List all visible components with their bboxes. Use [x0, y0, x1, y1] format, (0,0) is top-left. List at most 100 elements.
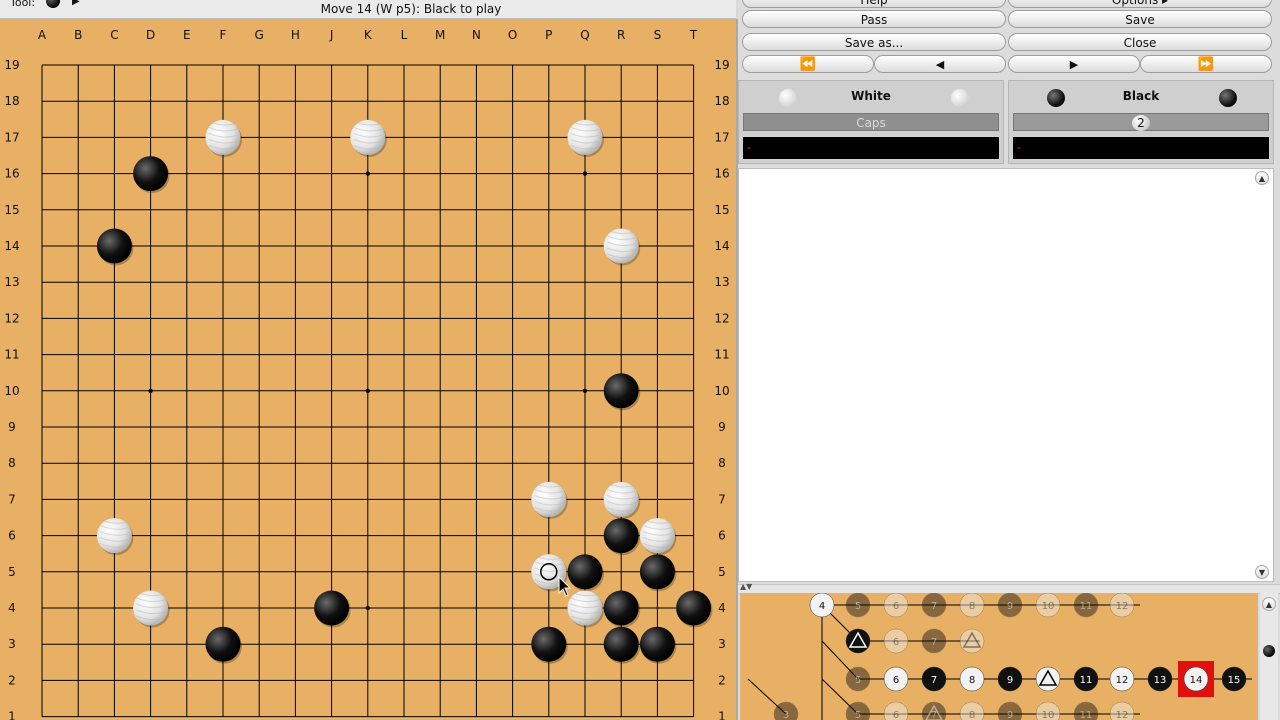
row-label: 2 — [8, 673, 16, 687]
row-label: 4 — [718, 601, 726, 615]
column-label: K — [364, 28, 373, 42]
black-stone — [639, 626, 675, 662]
tree-scroll-up-icon[interactable]: ▲ — [1262, 597, 1276, 611]
game-tree-svg[interactable]: 4 5 6 7 8 9 10 11 12 6 7 5 6 7 8 9 11 12 13 14 15 3 5 6 7 8 9 10 11 1… — [740, 593, 1258, 720]
row-label: 16 — [714, 167, 729, 181]
black-stone — [314, 590, 350, 626]
tree-node-label: 7 — [931, 710, 937, 720]
tree-scroll-thumb[interactable] — [1263, 645, 1275, 657]
tree-node-label: 5 — [855, 601, 861, 612]
tree-node-label: 9 — [1007, 601, 1013, 612]
column-label: M — [435, 28, 445, 42]
row-label: 19 — [4, 58, 19, 72]
row-label: 9 — [8, 420, 16, 434]
tree-node-label: 7 — [931, 601, 937, 612]
tree-node-label: 6 — [893, 637, 899, 648]
row-label: 18 — [714, 94, 729, 108]
white-captures: Caps — [743, 113, 999, 131]
column-label: H — [291, 28, 300, 42]
star-point — [365, 605, 370, 611]
status-message: Move 14 (W p5): Black to play — [320, 2, 502, 16]
row-label: 6 — [8, 529, 16, 543]
row-label: 18 — [4, 94, 19, 108]
row-label: 6 — [718, 529, 726, 543]
next-move-button[interactable]: ▶ — [1008, 55, 1140, 73]
tree-node-label: 8 — [969, 710, 975, 720]
row-label: 11 — [4, 348, 19, 362]
first-move-button[interactable]: ⏪ — [742, 55, 874, 73]
captured-stone-count: 2 — [1132, 115, 1150, 131]
board-svg[interactable]: A B C D E F G H J K L M N O P Q R S T19 1918 1817 1716 1615 151… — [0, 19, 736, 720]
star-point — [365, 388, 370, 393]
row-label: 4 — [8, 601, 16, 615]
tree-node-label: 9 — [1007, 710, 1013, 720]
tree-node-label: 10 — [1042, 710, 1055, 720]
splitter-arrows-icon[interactable]: ▲▼ — [740, 582, 752, 591]
tree-node-label: 11 — [1080, 710, 1093, 720]
tree-node-label: 8 — [969, 675, 975, 686]
black-stone — [531, 626, 567, 662]
comment-textarea[interactable]: ▲ ▼ — [738, 168, 1274, 582]
black-stone — [96, 228, 132, 264]
row-label: 1 — [718, 710, 726, 720]
tree-node-label: 12 — [1116, 601, 1129, 612]
white-clock: - — [743, 137, 999, 159]
tree-node-label: 5 — [855, 675, 861, 686]
row-label: 10 — [4, 384, 19, 398]
save-button[interactable]: Save — [1008, 10, 1272, 28]
options-button[interactable]: Options ▸ — [1008, 0, 1272, 8]
last-move-button[interactable]: ⏩ — [1140, 55, 1272, 73]
row-label: 9 — [718, 420, 726, 434]
column-label: B — [74, 28, 82, 42]
column-label: G — [255, 28, 264, 42]
tree-node-label: 5 — [855, 710, 861, 720]
column-label: F — [220, 28, 227, 42]
stones-layer — [96, 119, 713, 664]
black-clock: - — [1013, 137, 1269, 159]
black-stone — [603, 626, 639, 662]
game-tree[interactable]: 4 5 6 7 8 9 10 11 12 6 7 5 6 7 8 9 11 12 13 14 15 3 5 6 7 8 9 10 11 1… — [740, 593, 1258, 720]
previous-icon: ◀ — [935, 58, 945, 71]
help-button[interactable]: Help — [742, 0, 1006, 8]
column-label: O — [508, 28, 517, 42]
go-editor-window: Tool: ▶ Move 14 (W p5): Black to play A B… — [0, 0, 1280, 720]
tree-node-label: 10 — [1042, 601, 1055, 612]
tree-node-label: 11 — [1080, 601, 1093, 612]
pass-button[interactable]: Pass — [742, 10, 1006, 28]
tree-scrollbar[interactable]: ▲ — [1260, 593, 1278, 720]
tree-node-label: 12 — [1116, 710, 1129, 720]
scroll-up-icon[interactable]: ▲ — [1255, 171, 1269, 185]
tree-node-label: 14 — [1190, 675, 1203, 686]
column-label: J — [329, 28, 334, 42]
tree-node-label: 15 — [1228, 675, 1241, 686]
save-as-button[interactable]: Save as... — [742, 33, 1006, 51]
side-panel: Help Options ▸ Pass Save Save as... Clos… — [738, 0, 1280, 720]
black-stone — [603, 373, 639, 409]
game-tree-lines — [747, 604, 1252, 720]
tree-node-label: 12 — [1116, 675, 1129, 686]
row-label: 12 — [714, 311, 729, 325]
tree-node-label: 6 — [893, 710, 899, 720]
row-label: 5 — [718, 565, 726, 579]
tree-node-label: 3 — [783, 710, 789, 720]
column-label: C — [110, 28, 118, 42]
tree-node-label: 9 — [1007, 675, 1013, 686]
row-label: 5 — [8, 565, 16, 579]
row-label: 14 — [714, 239, 729, 253]
close-button[interactable]: Close — [1008, 33, 1272, 51]
scroll-down-icon[interactable]: ▼ — [1255, 565, 1269, 579]
row-label: 13 — [714, 275, 729, 289]
black-stone — [205, 626, 241, 662]
tree-node-label: 7 — [931, 637, 937, 648]
go-board[interactable]: A B C D E F G H J K L M N O P Q R S T 19 19 18 18 17 17 16 16 15 15 1… — [0, 19, 738, 720]
row-label: 7 — [8, 492, 16, 506]
status-bar: Tool: ▶ Move 14 (W p5): Black to play — [0, 0, 736, 19]
row-label: 11 — [714, 348, 729, 362]
row-label: 3 — [8, 637, 16, 651]
row-label: 17 — [714, 130, 729, 144]
tree-node-label: 6 — [893, 601, 899, 612]
column-label: A — [38, 28, 47, 42]
column-label: Q — [580, 28, 589, 42]
black-stone — [639, 554, 675, 590]
previous-move-button[interactable]: ◀ — [874, 55, 1006, 73]
